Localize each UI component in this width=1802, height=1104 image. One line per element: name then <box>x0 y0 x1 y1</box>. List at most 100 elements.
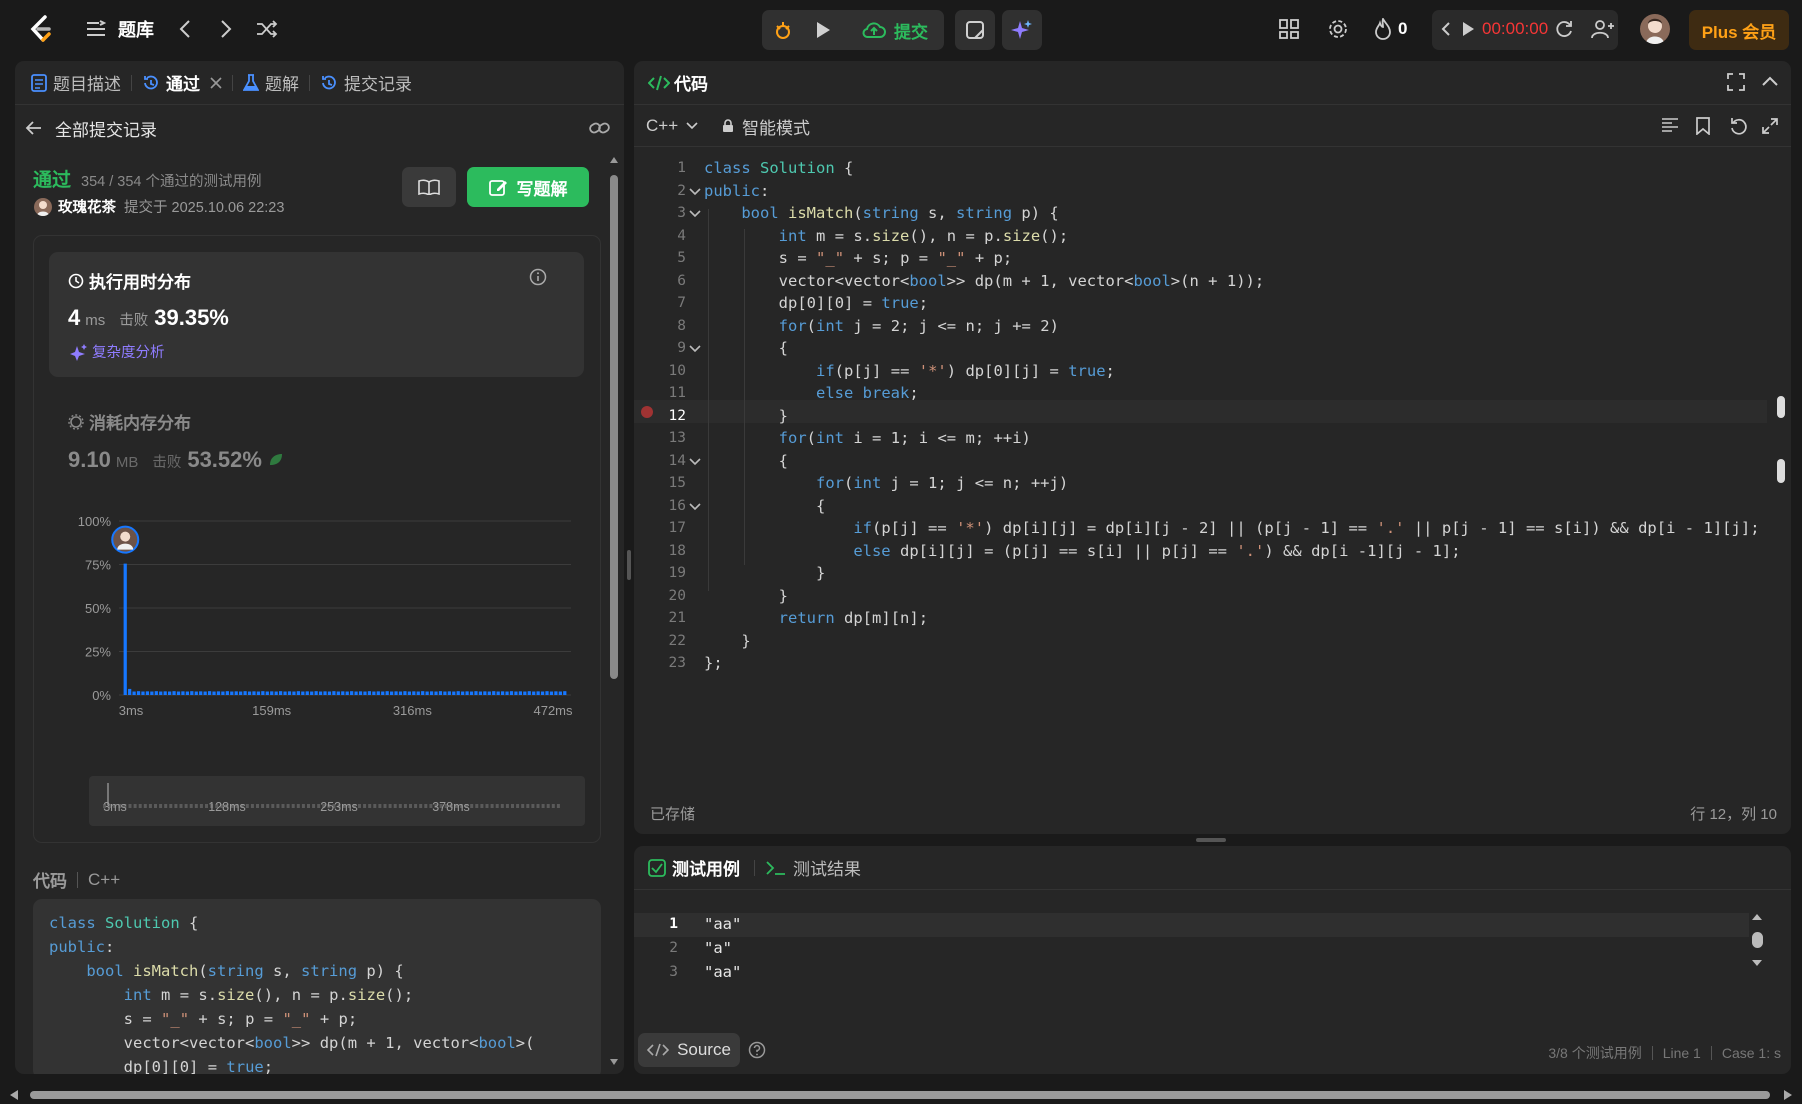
chart-bar[interactable] <box>225 691 229 695</box>
chart-bar[interactable] <box>274 691 278 695</box>
chart-bar[interactable] <box>314 691 318 695</box>
note-button[interactable] <box>955 10 995 50</box>
scroll-left-arrow[interactable] <box>8 1089 20 1101</box>
chart-bar[interactable] <box>341 691 345 695</box>
close-icon[interactable] <box>210 76 222 89</box>
tab-solutions[interactable]: 题解 <box>233 61 309 105</box>
chart-bar[interactable] <box>447 691 451 695</box>
user-name[interactable]: 玫瑰花茶 <box>58 196 116 217</box>
chart-bar[interactable] <box>327 691 332 695</box>
user-avatar[interactable] <box>34 197 52 216</box>
chart-bar[interactable] <box>532 691 536 695</box>
test-scrollbar[interactable] <box>1751 912 1765 972</box>
horizontal-splitter[interactable] <box>1196 838 1226 842</box>
chart-bar[interactable] <box>505 691 509 695</box>
chart-bar[interactable] <box>310 691 314 695</box>
chart-bar[interactable] <box>216 691 221 695</box>
editor-scroll-marker[interactable] <box>1777 396 1785 418</box>
write-solution-button[interactable]: 写题解 <box>467 167 589 207</box>
source-button[interactable]: Source <box>638 1033 740 1067</box>
problem-bank-link[interactable]: 题库 <box>118 14 154 44</box>
fold-chevron-icon[interactable] <box>688 187 702 197</box>
chart-bar[interactable] <box>336 691 340 695</box>
chart-bar[interactable] <box>265 691 269 695</box>
chart-bar[interactable] <box>132 691 136 695</box>
timer-collapse-icon[interactable] <box>1438 16 1454 42</box>
avatar[interactable] <box>1640 14 1670 44</box>
prev-problem-button[interactable] <box>172 16 198 42</box>
chart-bar[interactable] <box>421 691 425 695</box>
user-marker-avatar[interactable] <box>111 525 140 554</box>
chart-bar[interactable] <box>181 691 185 695</box>
chart-bar[interactable] <box>296 691 300 695</box>
chart-bar[interactable] <box>443 691 447 695</box>
chart-bar[interactable] <box>194 691 198 695</box>
fullscreen-icon[interactable] <box>1727 73 1747 93</box>
chart-bar[interactable] <box>501 691 505 695</box>
chart-bar[interactable] <box>523 691 527 695</box>
chart-bar[interactable] <box>221 691 225 695</box>
chart-bar[interactable] <box>292 691 296 695</box>
debug-icon[interactable] <box>768 14 798 46</box>
scroll-up-arrow[interactable] <box>609 155 619 165</box>
list-icon[interactable] <box>84 17 108 41</box>
chart-bar[interactable] <box>416 691 420 695</box>
chart-bar[interactable] <box>332 691 336 695</box>
chart-bar[interactable] <box>456 691 460 695</box>
chart-bar[interactable] <box>487 691 491 695</box>
chart-bar[interactable] <box>390 691 394 695</box>
chart-bar[interactable] <box>301 691 305 695</box>
chart-bar[interactable] <box>372 691 376 695</box>
chart-bar[interactable] <box>239 691 243 695</box>
chart-bar[interactable] <box>323 691 327 695</box>
fire-icon[interactable] <box>1372 16 1394 42</box>
chart-bar[interactable] <box>123 563 127 695</box>
chart-bar[interactable] <box>199 691 203 695</box>
scroll-up-arrow[interactable] <box>1751 912 1763 922</box>
chart-bar[interactable] <box>367 691 372 695</box>
chart-bar[interactable] <box>243 691 247 695</box>
chart-bar[interactable] <box>425 691 429 695</box>
editor-scroll-thumb[interactable] <box>1777 459 1785 483</box>
chart-bar[interactable] <box>305 691 309 695</box>
gear-icon[interactable] <box>1325 16 1351 42</box>
code-editor[interactable]: 1 2 3 4 5 6 7 8 9 10 11 12 13 14 15 16 17 18 19 20 21 22 23 cl… <box>634 153 1791 743</box>
chart-bar[interactable] <box>483 691 487 695</box>
tab-testcases[interactable]: 测试用例 <box>672 855 740 880</box>
chart-bar[interactable] <box>203 691 207 695</box>
chart-bar[interactable] <box>363 691 367 695</box>
chart-bar[interactable] <box>461 691 465 695</box>
chart-bar[interactable] <box>527 691 531 695</box>
complexity-analysis-link[interactable]: 复杂度分析 <box>70 341 165 362</box>
fold-chevron-icon[interactable] <box>688 344 702 354</box>
format-icon[interactable] <box>1661 117 1681 137</box>
chart-bar[interactable] <box>212 691 216 695</box>
chart-bar[interactable] <box>540 691 545 695</box>
chart-bar[interactable] <box>247 691 252 695</box>
book-button[interactable] <box>402 167 456 207</box>
chart-bar[interactable] <box>190 691 194 695</box>
chart-bar[interactable] <box>545 691 549 695</box>
chart-bar[interactable] <box>563 691 567 695</box>
chart-bar[interactable] <box>207 691 212 695</box>
fold-chevron-icon[interactable] <box>688 457 702 467</box>
chart-bar[interactable] <box>172 691 176 695</box>
expand-icon[interactable] <box>1761 117 1781 137</box>
reset-icon[interactable] <box>1729 117 1749 137</box>
chart-bar[interactable] <box>509 691 514 695</box>
back-to-submissions[interactable]: 全部提交记录 <box>25 113 157 143</box>
next-problem-button[interactable] <box>213 16 239 42</box>
help-icon[interactable] <box>748 1041 766 1059</box>
chart-bar[interactable] <box>469 691 474 695</box>
chart-bar[interactable] <box>345 691 349 695</box>
smart-mode[interactable]: 智能模式 <box>722 105 810 147</box>
chart-bar[interactable] <box>452 691 456 695</box>
shuffle-icon[interactable] <box>254 16 280 42</box>
chart-bar[interactable] <box>185 691 189 695</box>
horizontal-scroll-thumb[interactable] <box>30 1091 1770 1099</box>
chart-bar[interactable] <box>279 691 283 695</box>
tab-description[interactable]: 题目描述 <box>21 61 131 105</box>
horizontal-scrollbar[interactable] <box>0 1086 1802 1104</box>
fold-chevron-icon[interactable] <box>688 209 702 219</box>
chart-bar[interactable] <box>554 691 558 695</box>
